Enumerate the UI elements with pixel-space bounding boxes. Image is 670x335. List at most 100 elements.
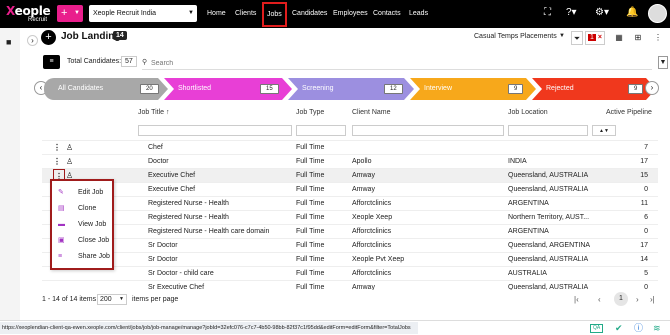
cell-client: Afforctclinics — [352, 228, 392, 235]
stage-shortlisted[interactable]: Shortlisted 15 — [164, 78, 292, 100]
cell-title: Sr Doctor — [148, 256, 178, 263]
pager: 1 - 14 of 14 items 200 ▼ items per page |… — [42, 292, 658, 308]
row-actions-icon[interactable]: ⋮ — [53, 155, 61, 168]
sidebar: ■ — [0, 28, 20, 320]
table-row[interactable]: Registered Nurse - Health Full Time Affo… — [42, 196, 658, 210]
cell-client: Afforctclinics — [352, 270, 392, 277]
nav-jobs[interactable]: Jobs — [262, 2, 287, 27]
cell-client: Amway — [352, 172, 375, 179]
filter-active-pipeline[interactable]: ▲▼ — [592, 125, 616, 136]
cell-location: Queensland, ARGENTINA — [508, 242, 591, 249]
cell-location: ARGENTINA — [508, 200, 549, 207]
cell-title: Chef — [148, 144, 163, 151]
clone-icon: ▤ — [58, 205, 65, 212]
stage-interview[interactable]: Interview 9 — [410, 78, 536, 100]
nav-home[interactable]: Home — [207, 0, 226, 28]
filter-job-title[interactable] — [138, 125, 292, 136]
table-row[interactable]: ⋮ ♙ Executive Chef Full Time Amway Queens… — [42, 168, 658, 184]
funnel-icon[interactable]: ▼ — [658, 56, 668, 69]
page-title: Job Landing — [61, 31, 121, 42]
logo-text: eople — [14, 4, 51, 18]
filter-job-type[interactable] — [296, 125, 346, 136]
gear-icon[interactable]: ⚙▾ — [595, 7, 609, 19]
cell-title: Executive Chef — [148, 172, 196, 179]
cell-pipeline: 6 — [644, 214, 648, 221]
table-row[interactable]: Sr Executive Chef Full Time Amway Queens… — [42, 280, 658, 290]
nav-leads[interactable]: Leads — [409, 0, 428, 28]
table-row[interactable]: ⋮ ♙ Doctor Full Time Apollo INDIA 17 — [42, 154, 658, 168]
cell-location: ARGENTINA — [508, 228, 549, 235]
cell-title: Registered Nurse - Health care domain — [148, 228, 270, 235]
items-per-page-label: items per page — [132, 296, 179, 303]
nav-candidates[interactable]: Candidates — [292, 0, 327, 28]
chevron-right-icon[interactable]: › — [645, 81, 659, 95]
calendar-icon[interactable]: ▦ — [613, 31, 625, 45]
briefcase-icon[interactable]: ■ — [6, 37, 11, 47]
bell-icon[interactable]: 🔔 — [626, 7, 638, 19]
view-icon: ▬ — [58, 221, 65, 228]
col-client-name[interactable]: Client Name — [352, 104, 391, 122]
cell-location: Queensland, AUSTRALIA — [508, 172, 589, 179]
nav-clients[interactable]: Clients — [235, 0, 256, 28]
filter-toggle-button[interactable]: ≡ — [43, 55, 60, 69]
cell-pipeline: 14 — [640, 256, 648, 263]
cell-type: Full Time — [296, 186, 325, 193]
table-row[interactable]: Registered Nurse - Health Full Time Xeop… — [42, 210, 658, 224]
stage-all-candidates[interactable]: All Candidates 20 — [44, 78, 168, 100]
current-page[interactable]: 1 — [614, 292, 628, 306]
add-job-button[interactable]: + — [41, 30, 56, 45]
table-row[interactable]: Registered Nurse - Health care domain Fu… — [42, 224, 658, 238]
edit-icon: ✎ — [58, 189, 64, 196]
stage-rejected[interactable]: Rejected 9 — [532, 78, 656, 100]
col-active-pipeline[interactable]: Active Pipeline — [606, 104, 652, 122]
nav-contacts[interactable]: Contacts — [373, 0, 401, 28]
last-page-icon[interactable]: ›| — [650, 295, 655, 304]
table-row[interactable]: Executive Chef Full Time Amway Queenslan… — [42, 182, 658, 196]
cell-type: Full Time — [296, 284, 325, 290]
company-select[interactable]: Xeople Recruit India ▼ — [89, 5, 197, 22]
logo-subtitle: Recruit — [28, 17, 48, 23]
total-candidates-label: Total Candidates: — [67, 58, 122, 65]
cell-title: Sr Doctor - child care — [148, 270, 214, 277]
active-filter-count[interactable]: 1 × — [585, 31, 605, 45]
grid-view-icon[interactable]: ⊞ — [632, 31, 644, 45]
page-size-select[interactable]: 200 ▼ — [97, 294, 127, 305]
row-actions-icon[interactable]: ⋮ — [53, 141, 61, 154]
cell-type: Full Time — [296, 200, 325, 207]
col-job-location[interactable]: Job Location — [508, 104, 548, 122]
app-logo[interactable]: Xeople — [6, 4, 51, 18]
sort-asc-icon: ↑ — [166, 109, 170, 116]
close-job-icon: ▣ — [58, 237, 65, 244]
quick-add-button[interactable]: + ▼ — [57, 5, 83, 22]
cell-title: Executive Chef — [148, 186, 196, 193]
filter-icon[interactable]: ⏷ — [571, 31, 583, 45]
search-input[interactable] — [151, 58, 631, 68]
next-page-icon[interactable]: › — [636, 295, 639, 304]
chevron-down-icon: ▼ — [188, 10, 194, 16]
avatar[interactable] — [648, 4, 667, 23]
cell-location: INDIA — [508, 158, 527, 165]
fullscreen-icon[interactable]: ⛶ — [544, 7, 551, 19]
col-job-title[interactable]: Job Title ↑ — [138, 104, 170, 122]
clear-filter-icon[interactable]: × — [598, 34, 602, 41]
table-row[interactable]: Sr Doctor - child care Full Time Afforct… — [42, 266, 658, 280]
cell-title: Sr Executive Chef — [148, 284, 205, 290]
chevron-right-icon[interactable]: › — [27, 35, 38, 46]
stage-screening[interactable]: Screening 12 — [288, 78, 414, 100]
filter-client-name[interactable] — [352, 125, 504, 136]
first-page-icon[interactable]: |‹ — [574, 295, 579, 304]
col-job-type[interactable]: Job Type — [296, 104, 324, 122]
cell-type: Full Time — [296, 172, 325, 179]
table-row[interactable]: Sr Doctor Full Time Xeople Pvt Xeep Quee… — [42, 252, 658, 266]
filter-job-location[interactable] — [508, 125, 588, 136]
view-select[interactable]: Casual Temps Placements ▼ — [474, 33, 567, 45]
info-icon[interactable]: ⓘ — [634, 322, 643, 334]
prev-page-icon[interactable]: ‹ — [598, 295, 601, 304]
status-bar: https://xeoplendian-client-qa-ewen.xeopl… — [0, 320, 670, 335]
help-icon[interactable]: ?▾ — [566, 7, 577, 19]
nav-employees[interactable]: Employees — [333, 0, 368, 28]
table-row[interactable]: ⋮ ♙ Chef Full Time 7 — [42, 140, 658, 154]
table-row[interactable]: Sr Doctor Full Time Afforctclinics Queen… — [42, 238, 658, 252]
total-candidates-value: 57 — [121, 56, 137, 67]
column-settings-icon[interactable]: ⋮ — [652, 31, 664, 45]
